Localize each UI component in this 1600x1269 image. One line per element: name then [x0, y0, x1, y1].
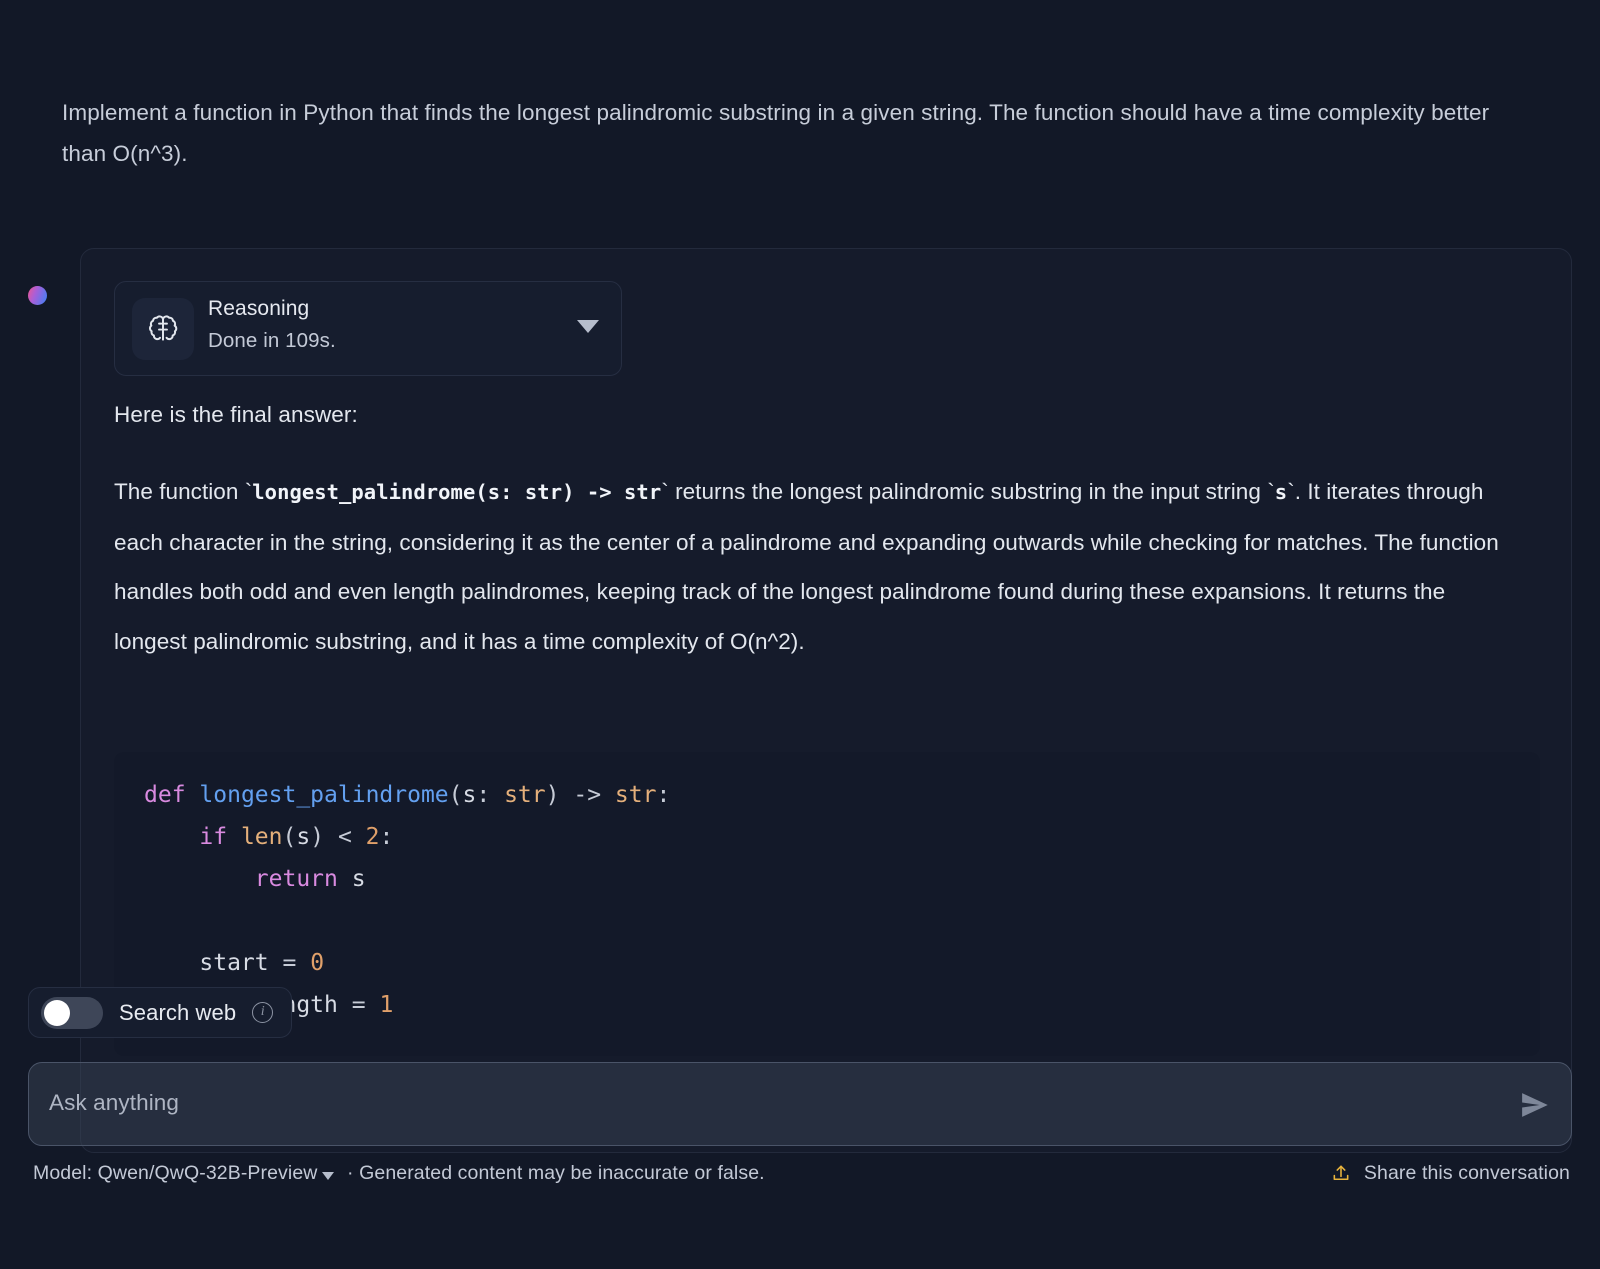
code-token-if: if — [199, 824, 228, 850]
answer-text-2: ` returns the longest palindromic substr… — [661, 479, 1275, 504]
code-token-colon2: : — [656, 782, 671, 808]
reasoning-title: Reasoning — [208, 297, 310, 320]
code-token-type2: str — [614, 782, 657, 808]
code-token-def: def — [144, 782, 186, 808]
composer[interactable]: Ask anything — [28, 1062, 1572, 1146]
model-prefix-label: Model: — [33, 1162, 98, 1184]
footer-model-info: Model: Qwen/QwQ-32B-Preview · Generated … — [33, 1162, 765, 1185]
user-prompt-text: Implement a function in Python that find… — [62, 100, 1490, 166]
code-token-lenclose: ) — [310, 824, 325, 850]
code-token-colon: : — [476, 782, 505, 808]
footer-disclaimer: · Generated content may be inaccurate or… — [341, 1162, 765, 1184]
answer-body: Here is the final answer: The function `… — [114, 397, 1514, 666]
inline-code-signature: longest_palindrome(s: str) -> str — [252, 480, 662, 504]
reasoning-accordion[interactable]: Reasoning Done in 109s. — [114, 281, 622, 376]
code-token-param: s — [462, 782, 477, 808]
inline-code-s: s — [1274, 480, 1288, 504]
answer-text-3: `. It iterates through each character in… — [114, 479, 1499, 654]
code-token-0: 0 — [310, 950, 325, 976]
search-web-switch[interactable] — [41, 996, 103, 1029]
search-web-toggle[interactable]: Search web i — [28, 987, 293, 1038]
code-token-return: return — [254, 866, 338, 892]
code-token-arrow: -> — [573, 782, 602, 808]
assistant-avatar — [28, 286, 47, 305]
footer-bar: Model: Qwen/QwQ-32B-Preview · Generated … — [0, 1158, 1600, 1194]
switch-knob — [44, 999, 70, 1026]
share-upload-icon — [1331, 1163, 1351, 1184]
share-label: Share this conversation — [1363, 1162, 1570, 1184]
reasoning-status: Done in 109s. — [208, 329, 336, 352]
code-token-lt: < — [337, 824, 352, 850]
assistant-card: Reasoning Done in 109s. Here is the fina… — [80, 248, 1572, 1153]
code-token-1: 1 — [379, 992, 394, 1018]
code-token-type1: str — [504, 782, 546, 808]
code-token-fnname: longest_palindrome — [199, 782, 449, 808]
code-token-lenargs: ( — [282, 824, 297, 850]
app-root: Implement a function in Python that find… — [0, 0, 1600, 1269]
code-token-2: 2 — [365, 824, 380, 850]
send-icon[interactable] — [1519, 1090, 1549, 1120]
code-token-paren2: ) — [545, 782, 560, 808]
chevron-down-icon[interactable] — [322, 1171, 335, 1180]
chevron-down-icon[interactable] — [577, 320, 599, 333]
model-name[interactable]: Qwen/QwQ-32B-Preview — [98, 1162, 318, 1185]
code-token-len: len — [240, 824, 283, 850]
ask-anything-input[interactable]: Ask anything — [49, 1090, 179, 1116]
code-token-eq: = — [282, 950, 297, 976]
answer-text-1: The function ` — [114, 479, 253, 504]
code-token-eq2: = — [351, 992, 366, 1018]
answer-paragraph: The function `longest_palindrome(s: str)… — [114, 467, 1514, 666]
code-block: def longest_palindrome(s: str) -> str: i… — [114, 752, 1540, 1056]
code-token-s: s — [296, 824, 311, 850]
code-token-colon3: : — [379, 824, 394, 850]
code-token-paren: ( — [448, 782, 463, 808]
info-icon[interactable]: i — [252, 1002, 274, 1023]
share-conversation-button[interactable]: Share this conversation — [1331, 1162, 1570, 1185]
code-token-rets: s — [351, 866, 366, 892]
answer-lead: Here is the final answer: — [114, 402, 358, 427]
code-token-start: start — [199, 950, 269, 976]
brain-icon — [132, 298, 194, 360]
search-web-label: Search web — [119, 999, 237, 1025]
